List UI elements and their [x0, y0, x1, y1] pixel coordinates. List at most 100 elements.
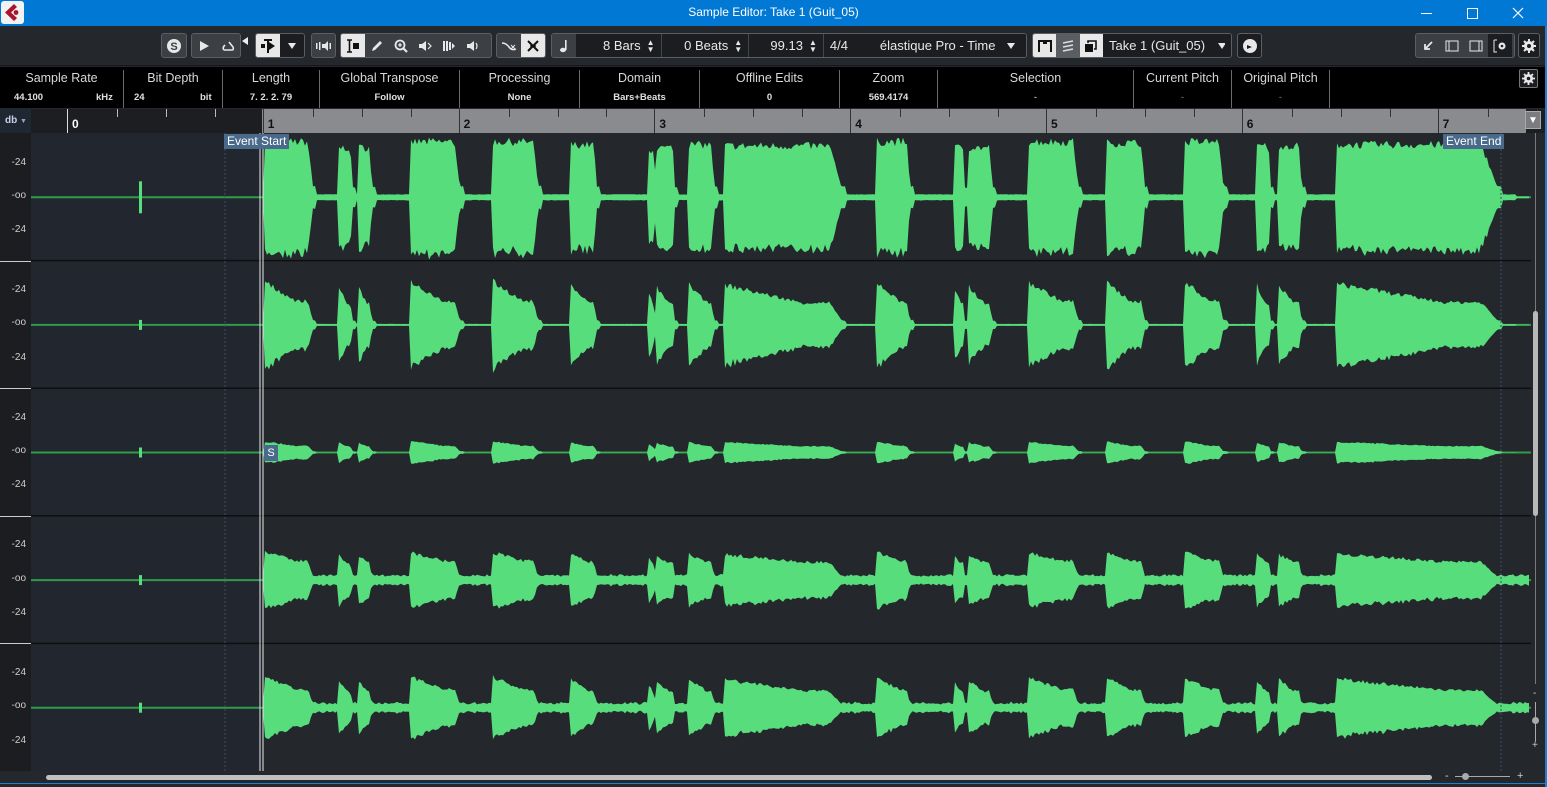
take-select[interactable]: Take 1 (Guit_05)	[1102, 34, 1231, 57]
ruler-bar-line	[850, 109, 852, 133]
play-button[interactable]	[192, 34, 216, 57]
info-label: Current Pitch	[1146, 71, 1219, 85]
ruler-bar-number: 5	[1051, 117, 1058, 131]
tempo-field[interactable]: 99.13 ▲ ▼	[748, 34, 823, 57]
vertical-zoom-slider[interactable]: - +	[1532, 688, 1539, 751]
ruler-beat-tick	[704, 109, 706, 117]
chevron-down-icon	[288, 42, 296, 49]
transport-settings-arrow-icon[interactable]	[242, 37, 248, 45]
info-original-pitch[interactable]: Original Pitch -	[1232, 70, 1330, 108]
horizontal-zoom-thumb[interactable]	[1462, 773, 1469, 780]
pre-event-transient	[139, 575, 142, 586]
bars-field[interactable]: 8 Bars ▲ ▼	[575, 34, 661, 57]
solo-button[interactable]: S	[161, 33, 187, 58]
horizontal-zoom-in-button[interactable]: +	[1517, 770, 1523, 782]
range-selection-tool[interactable]	[341, 34, 365, 57]
speaker-icon	[312, 34, 335, 57]
head-profile-icon	[1238, 34, 1261, 57]
channel-waveform	[263, 137, 1529, 260]
mute-tool[interactable]	[461, 34, 485, 57]
musical-mode-button[interactable]	[552, 34, 576, 57]
zoom-tool[interactable]	[389, 34, 413, 57]
collapse-button[interactable]	[1416, 34, 1440, 57]
draw-tool[interactable]	[365, 34, 389, 57]
variaudio-button[interactable]	[1237, 33, 1262, 58]
horizontal-scroll-thumb[interactable]	[46, 775, 1432, 780]
acoustic-feedback-button[interactable]	[311, 33, 336, 58]
gear-icon	[1522, 72, 1535, 85]
beats-spinner-icon[interactable]: ▲ ▼	[734, 38, 742, 53]
ruler-bar-number: 6	[1246, 117, 1254, 131]
ruler-bar-line	[1046, 109, 1047, 133]
pre-event-transient	[139, 319, 142, 330]
autoscroll-button[interactable]	[256, 34, 280, 57]
info-value: 0	[766, 92, 773, 103]
info-bit-depth[interactable]: Bit Depth 24 bit	[124, 70, 223, 108]
take-stack-button[interactable]	[1079, 34, 1103, 57]
ruler-beat-tick	[1144, 109, 1146, 117]
beats-value: 0 Beats	[684, 38, 729, 53]
right-zone-button[interactable]	[1464, 34, 1488, 57]
maximize-button[interactable]	[1449, 0, 1495, 26]
autoscroll-dropdown[interactable]	[280, 34, 304, 57]
setup-window-layout-button[interactable]	[1488, 34, 1512, 57]
event-end-marker[interactable]: Event End	[1443, 134, 1505, 149]
signature-value[interactable]: 4/4	[830, 38, 874, 53]
minimize-button[interactable]	[1403, 0, 1449, 26]
waveform-svg[interactable]	[0, 133, 1531, 771]
scale-unit-select[interactable]: db ▼	[0, 109, 31, 133]
info-current-pitch[interactable]: Current Pitch -	[1134, 70, 1232, 108]
vertical-zoom-out-button[interactable]: -	[1533, 688, 1536, 699]
musical-mode-group: 8 Bars ▲ ▼ 0 Beats ▲ ▼ 99.13 ▲ ▼ 4/4 élasti…	[551, 33, 1027, 58]
ruler-beat-tick	[116, 109, 118, 117]
play-tool[interactable]	[413, 34, 437, 57]
vertical-scroll-thumb[interactable]	[1533, 311, 1538, 516]
ruler-beat-tick	[1340, 109, 1342, 117]
info-value: Follow	[374, 92, 405, 103]
info-sample-rate[interactable]: Sample Rate 44.100 kHz	[0, 70, 124, 108]
bars-spinner-icon[interactable]: ▲ ▼	[647, 38, 655, 53]
pre-event-transient	[139, 181, 142, 214]
horizontal-zoom-out-button[interactable]: -	[1445, 770, 1449, 782]
left-zone-button[interactable]	[1440, 34, 1464, 57]
info-label: Sample Rate	[25, 71, 98, 85]
info-domain[interactable]: Domain Bars+Beats	[580, 70, 700, 108]
warp-tool[interactable]	[437, 34, 461, 57]
snap-zero-crossing-button[interactable]	[497, 34, 521, 57]
info-processing[interactable]: Processing None	[460, 70, 580, 108]
close-button[interactable]	[1495, 0, 1541, 26]
show-layers-button[interactable]	[1056, 34, 1080, 57]
algorithm-select[interactable]: 4/4 élastique Pro - Time	[822, 34, 1026, 57]
vertical-zoom-in-button[interactable]: +	[1532, 740, 1538, 751]
ruler[interactable]: db ▼ 0 1 2 3 4 5 6 7 ▼	[0, 109, 1547, 133]
beats-field[interactable]: 0 Beats ▲ ▼	[660, 34, 749, 57]
info-value: 44.100	[14, 92, 44, 103]
info-zoom[interactable]: Zoom 569.4174	[840, 70, 938, 108]
channel-waveform	[263, 550, 1529, 610]
ruler-beat-tick	[1193, 109, 1195, 117]
infoline-settings-button[interactable]	[1519, 69, 1538, 88]
snap-group	[496, 33, 546, 58]
show-regions-button[interactable]	[1033, 34, 1057, 57]
info-global-transpose[interactable]: Global Transpose Follow	[320, 70, 460, 108]
pre-event-transient	[139, 702, 142, 713]
snap-point-marker[interactable]: S	[264, 445, 278, 461]
info-value: 569.4174	[868, 92, 909, 103]
info-label: Original Pitch	[1243, 71, 1318, 85]
channel-waveform	[263, 278, 1529, 373]
autoscroll-icon	[261, 38, 275, 53]
vertical-zoom-thumb[interactable]	[1532, 717, 1539, 724]
toolbar-settings-button[interactable]	[1518, 33, 1540, 58]
ruler-beat-tick	[165, 109, 167, 117]
ruler-menu-button[interactable]: ▼	[1525, 111, 1541, 129]
info-selection[interactable]: Selection -	[938, 70, 1134, 108]
tempo-spinner-icon[interactable]: ▲ ▼	[809, 38, 817, 53]
snap-button[interactable]	[521, 34, 545, 57]
info-length[interactable]: Length 7. 2. 2. 79	[223, 70, 320, 108]
info-value: 24	[134, 92, 145, 103]
ruler-beat-tick	[900, 109, 902, 117]
event-start-marker[interactable]: Event Start	[224, 134, 290, 149]
info-label: Zoom	[872, 71, 905, 85]
loop-button[interactable]	[216, 34, 240, 57]
info-offline-edits[interactable]: Offline Edits 0	[700, 70, 840, 108]
